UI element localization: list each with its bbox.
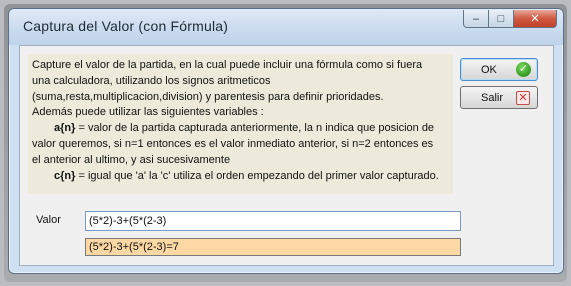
ok-button-label: OK xyxy=(481,64,497,76)
window-title: Captura del Valor (con Fórmula) xyxy=(23,18,229,34)
help-line: valor queremos, si n=1 entonces es el va… xyxy=(32,137,434,150)
dialog-client-area: Capture el valor de la partida, en la cu… xyxy=(19,45,554,266)
minimize-icon: – xyxy=(472,12,480,25)
help-line: el anterior al ultimo, y asi sucesivamen… xyxy=(32,153,231,166)
variable-a-description: a{n} = valor de la partida capturada ant… xyxy=(32,121,453,137)
salir-button[interactable]: Salir ✕ xyxy=(460,86,538,109)
variable-c-description: c{n} = igual que 'a' la 'c' utiliza el o… xyxy=(32,169,453,185)
variable-c-name: c{n} xyxy=(54,169,76,182)
checkmark-icon: ✓ xyxy=(516,62,531,77)
variable-a-name: a{n} xyxy=(54,122,76,135)
help-line: (suma,resta,multiplicacion,division) y p… xyxy=(32,90,384,103)
close-icon: ✕ xyxy=(530,13,540,25)
help-line: Capture el valor de la partida, en la cu… xyxy=(32,59,423,71)
help-line: Además puede utilizar las siguientes var… xyxy=(32,106,264,119)
window-controls: – □ ✕ xyxy=(463,10,557,28)
ok-button[interactable]: OK ✓ xyxy=(460,58,538,81)
help-line: una calculadora, utilizando los signos a… xyxy=(32,74,271,87)
maximize-button[interactable]: □ xyxy=(489,10,514,28)
variable-a-text: = valor de la partida capturada anterior… xyxy=(75,122,435,135)
formula-result: (5*2)-3+(5*(2-3)=7 xyxy=(85,238,461,256)
maximize-icon: □ xyxy=(497,12,505,25)
close-x-icon: ✕ xyxy=(516,91,530,105)
dialog-window: Captura del Valor (con Fórmula) – □ ✕ Ca… xyxy=(8,8,564,274)
close-button[interactable]: ✕ xyxy=(514,10,557,28)
valor-input[interactable] xyxy=(85,211,461,231)
minimize-button[interactable]: – xyxy=(463,10,489,28)
help-text-panel: Capture el valor de la partida, en la cu… xyxy=(28,54,453,194)
valor-label: Valor xyxy=(36,214,61,226)
salir-button-label: Salir xyxy=(481,92,504,104)
title-bar[interactable]: Captura del Valor (con Fórmula) – □ ✕ xyxy=(9,9,563,45)
variable-c-text: = igual que 'a' la 'c' utiliza el orden … xyxy=(75,169,439,182)
